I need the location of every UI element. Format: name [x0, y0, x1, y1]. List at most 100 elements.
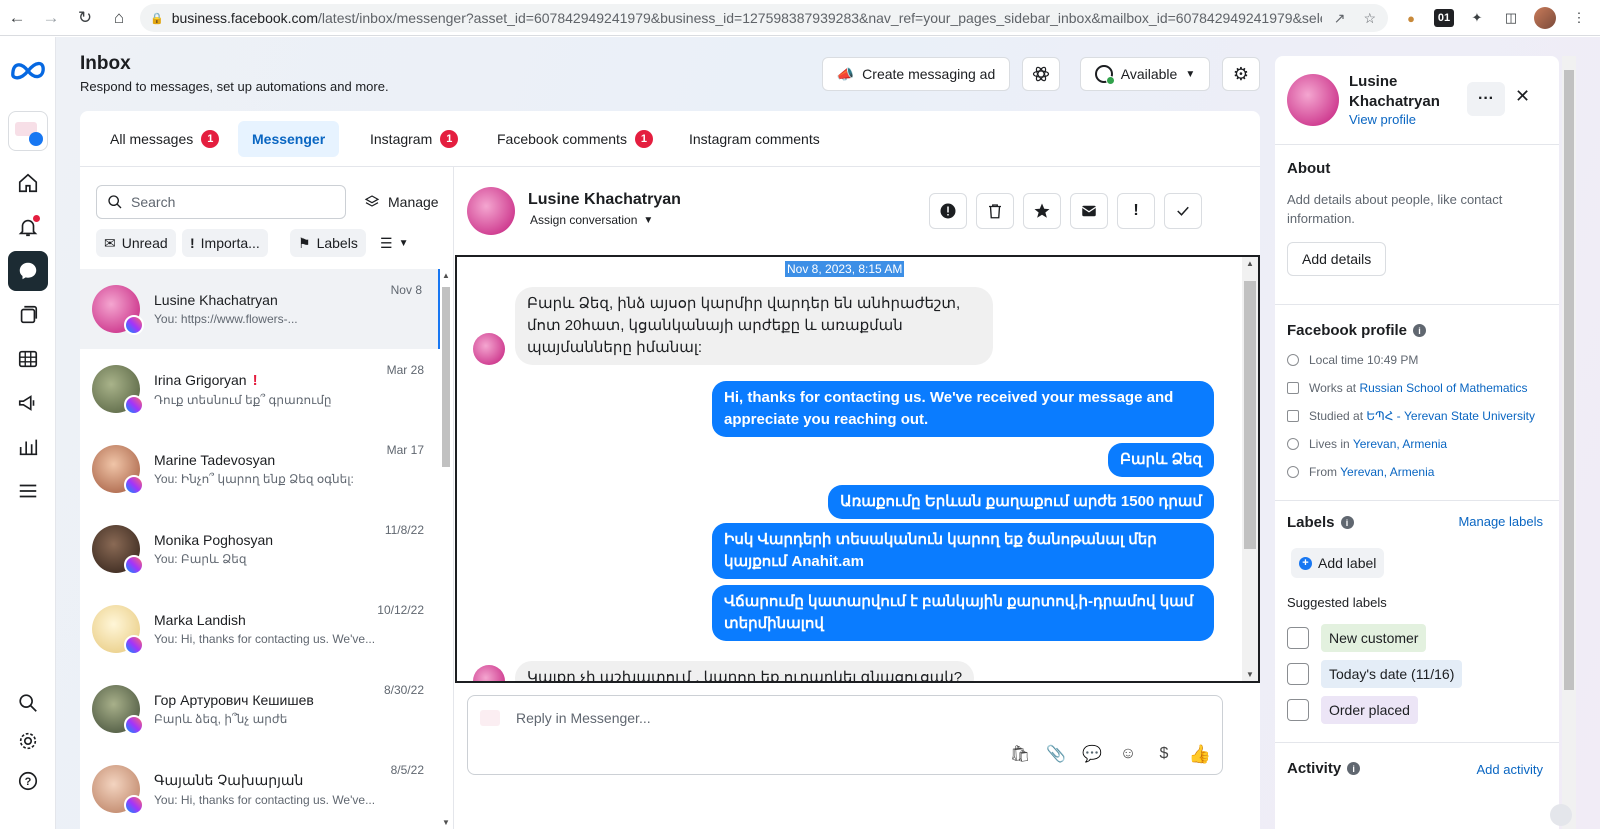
insights-bar-chart-icon[interactable] — [8, 427, 48, 467]
thumbs-up-icon[interactable]: 👍 — [1189, 744, 1211, 764]
shopping-bag-icon[interactable]: 🛍 — [1010, 744, 1030, 764]
tab-all-messages[interactable]: All messages 1 — [96, 121, 233, 157]
emoji-icon[interactable]: ☺ — [1118, 744, 1138, 764]
close-icon[interactable]: ✕ — [1515, 86, 1530, 107]
search-input[interactable]: Search — [96, 185, 346, 219]
meta-logo-icon[interactable] — [9, 57, 47, 81]
message-thread[interactable]: Nov 8, 2023, 8:15 AM Բարև Ձեզ, ինձ այսօր… — [455, 255, 1260, 683]
mark-done-button[interactable] — [1164, 193, 1202, 229]
avatar[interactable] — [467, 187, 515, 235]
list-item[interactable]: Irina Grigoryan! Դուք տեսնում եք՞ գրառում… — [80, 349, 440, 429]
profile-avatar-icon[interactable] — [1534, 7, 1556, 29]
help-question-icon[interactable]: ? — [8, 761, 48, 801]
add-label-button[interactable]: + Add label — [1291, 548, 1385, 578]
dollar-icon[interactable]: $ — [1154, 744, 1174, 764]
inbox-settings-button[interactable]: ⚙ — [1222, 57, 1260, 91]
settings-gear-icon[interactable] — [8, 721, 48, 761]
contact-name[interactable]: Lusine Khachatryan — [528, 191, 681, 209]
posts-stack-icon[interactable] — [8, 295, 48, 335]
reload-icon[interactable]: ↻ — [68, 0, 102, 36]
list-item[interactable]: Гор Артурович Кешишев Բարև ձեզ, ի՞նչ արժե… — [80, 669, 440, 749]
create-messaging-ad-button[interactable]: 📣 Create messaging ad — [822, 57, 1010, 91]
info-icon[interactable]: i — [1413, 324, 1427, 337]
planner-grid-icon[interactable] — [8, 339, 48, 379]
label-chip[interactable]: Order placed — [1321, 696, 1418, 724]
manage-labels-link[interactable]: Manage labels — [1458, 514, 1543, 529]
filter-unread[interactable]: ✉ Unread — [96, 229, 176, 257]
scroll-up-arrow-icon[interactable]: ▲ — [442, 271, 450, 280]
forward-icon[interactable]: → — [34, 0, 68, 36]
avatar — [92, 765, 144, 815]
more-options-button[interactable]: ··· — [1467, 82, 1505, 116]
tab-facebook-comments[interactable]: Facebook comments 1 — [483, 121, 667, 157]
address-bar[interactable]: 🔒 business.facebook.com/latest/inbox/mes… — [140, 4, 1388, 32]
side-panel-icon[interactable]: ◫ — [1500, 7, 1522, 29]
manage-button[interactable]: Manage — [364, 185, 439, 219]
list-item[interactable]: Lusine Khachatryan You: https://www.flowe… — [80, 269, 440, 349]
page-avatar[interactable] — [8, 111, 48, 151]
add-activity-link[interactable]: Add activity — [1477, 762, 1543, 777]
mark-spam-button[interactable] — [929, 193, 967, 229]
list-item[interactable]: Monika Poghosyan You: Բարև Ձեզ 11/8/22 — [80, 509, 440, 589]
unread-badge: 1 — [201, 130, 220, 148]
filter-important[interactable]: ! Importa... — [182, 229, 268, 257]
globe-icon[interactable] — [1550, 804, 1572, 826]
paperclip-icon[interactable]: 📎 — [1046, 744, 1066, 764]
label-chip[interactable]: Today's date (11/16) — [1321, 660, 1463, 688]
browser-menu-icon[interactable]: ⋮ — [1568, 7, 1590, 29]
mark-important-button[interactable]: ! — [1117, 193, 1155, 229]
inbox-chat-icon[interactable] — [8, 251, 48, 291]
ads-megaphone-icon[interactable] — [8, 383, 48, 423]
from-link[interactable]: Yerevan, Armenia — [1340, 465, 1434, 479]
studied-at-link[interactable]: ԵՊՀ - Yerevan State University — [1366, 409, 1535, 423]
info-icon[interactable]: i — [1347, 762, 1361, 775]
assign-conversation-dropdown[interactable]: Assign conversation ▼ — [530, 213, 653, 227]
scrollbar-thumb[interactable] — [1244, 281, 1256, 549]
label-chip[interactable]: New customer — [1321, 624, 1427, 652]
message-thread-scrollbar[interactable]: ▲ ▼ — [1242, 257, 1258, 681]
notifications-bell-icon[interactable] — [8, 207, 48, 247]
reply-input[interactable]: Reply in Messenger... — [516, 710, 651, 726]
search-nav-icon[interactable] — [8, 683, 48, 723]
filter-options-button[interactable]: ☰ ▼ — [372, 229, 416, 257]
scroll-down-arrow-icon[interactable]: ▼ — [442, 818, 450, 827]
label-checkbox[interactable] — [1287, 699, 1309, 721]
star-button[interactable] — [1023, 193, 1061, 229]
works-at-link[interactable]: Russian School of Mathematics — [1359, 381, 1527, 395]
filter-labels[interactable]: ⚑ Labels — [290, 229, 366, 257]
extensions-puzzle-icon[interactable]: ✦ — [1466, 7, 1488, 29]
tab-instagram[interactable]: Instagram 1 — [356, 121, 472, 157]
scrollbar-thumb[interactable] — [442, 287, 450, 467]
scroll-up-arrow-icon[interactable]: ▲ — [1246, 259, 1254, 268]
page-scrollbar[interactable] — [1562, 56, 1576, 829]
scrollbar-thumb[interactable] — [1564, 70, 1574, 690]
home-icon[interactable]: ⌂ — [102, 0, 136, 36]
cookie-extension-icon[interactable]: ● — [1400, 7, 1422, 29]
saved-reply-icon[interactable]: 💬 — [1082, 744, 1102, 764]
list-item[interactable]: Marka Landish You: Hi, thanks for contact… — [80, 589, 440, 669]
label-checkbox[interactable] — [1287, 627, 1309, 649]
tab-messenger[interactable]: Messenger — [238, 121, 340, 157]
delete-button[interactable] — [976, 193, 1014, 229]
mark-unread-button[interactable] — [1070, 193, 1108, 229]
lives-in-link[interactable]: Yerevan, Armenia — [1353, 437, 1447, 451]
list-item[interactable]: Գայանե Չախարյան You: Hi, thanks for conta… — [80, 749, 440, 829]
home-nav-icon[interactable] — [8, 163, 48, 203]
list-item[interactable]: Marine Tadevosyan You: Ինչո՞ կարող ենք Ձե… — [80, 429, 440, 509]
bookmark-star-icon[interactable]: ☆ — [1363, 10, 1376, 27]
reply-composer[interactable]: Reply in Messenger... 🛍 📎 💬 ☺ $ 👍 — [467, 695, 1223, 775]
all-tools-menu-icon[interactable] — [8, 471, 48, 511]
info-icon[interactable]: i — [1340, 516, 1354, 529]
back-icon[interactable]: ← — [0, 0, 34, 36]
availability-status-button[interactable]: Available ▼ — [1080, 57, 1210, 91]
conversation-list-scrollbar[interactable]: ▲ ▼ — [440, 269, 452, 829]
view-profile-link[interactable]: View profile — [1349, 112, 1416, 127]
automations-button[interactable] — [1022, 57, 1060, 91]
tab-instagram-comments[interactable]: Instagram comments — [675, 121, 834, 157]
scroll-down-arrow-icon[interactable]: ▼ — [1246, 670, 1254, 679]
label-checkbox[interactable] — [1287, 663, 1309, 685]
share-icon[interactable]: ↗ — [1334, 10, 1346, 27]
avatar[interactable] — [1287, 74, 1339, 126]
o1-extension-icon[interactable]: 01 — [1434, 9, 1454, 27]
add-details-button[interactable]: Add details — [1287, 242, 1387, 276]
